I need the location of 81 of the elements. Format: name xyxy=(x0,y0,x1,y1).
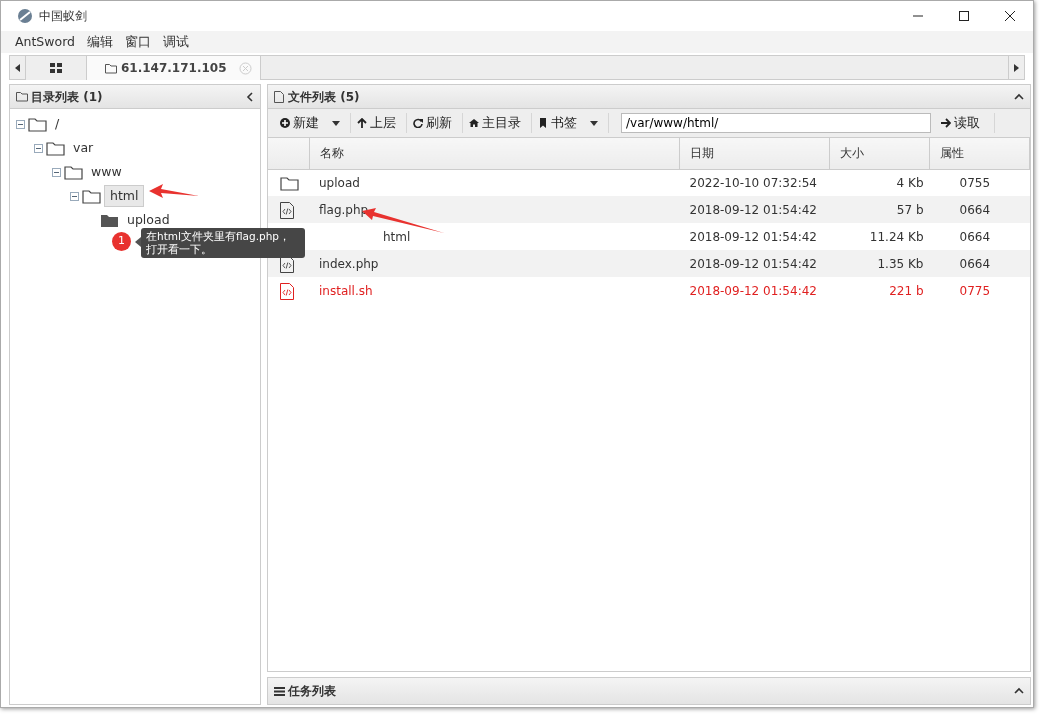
folder-icon xyxy=(280,175,299,192)
tree-item[interactable]: var xyxy=(68,137,99,159)
grid-icon xyxy=(50,63,62,73)
toolbar-button[interactable]: 主目录 xyxy=(463,113,532,133)
tree-item[interactable]: www xyxy=(86,161,127,183)
folder-icon xyxy=(64,164,83,180)
collapse-up-icon[interactable] xyxy=(1014,687,1024,695)
collapse-icon[interactable] xyxy=(52,167,61,177)
table-cell: 2018-09-12 01:54:42 xyxy=(679,223,830,250)
tab[interactable] xyxy=(26,56,87,80)
home-icon xyxy=(469,118,479,128)
callout-pointer-icon xyxy=(135,237,141,247)
collapse-icon[interactable] xyxy=(34,143,43,153)
panel-title: 任务列表 xyxy=(288,683,336,700)
folder-icon xyxy=(28,116,47,132)
table-cell: 0664 xyxy=(929,223,1030,250)
file-icon xyxy=(274,90,285,103)
table-cell: 0755 xyxy=(929,169,1030,196)
table-cell: 2018-09-12 01:54:42 xyxy=(679,250,830,277)
table-cell: flag.php xyxy=(309,196,680,223)
tree-item[interactable]: html xyxy=(104,184,145,208)
path-field[interactable]: /var/www/html/ xyxy=(621,113,931,133)
window-title: 中国蚁剑 xyxy=(39,8,87,25)
table-cell: 0775 xyxy=(929,277,1030,304)
callout-tooltip: 在html文件夹里有flag.php， 打开看一下。 xyxy=(141,228,305,258)
table-cell: 2018-09-12 01:54:42 xyxy=(679,196,830,223)
collapse-up-icon[interactable] xyxy=(1014,92,1024,101)
table-cell: install.sh xyxy=(309,277,680,304)
menu-item[interactable]: AntSword xyxy=(15,32,76,52)
collapse-left-icon[interactable] xyxy=(246,91,254,102)
arrow xyxy=(149,184,199,199)
plus-circle-icon xyxy=(280,118,290,128)
code-file-icon xyxy=(280,201,294,219)
panel-title: 目录列表 (1) xyxy=(31,88,103,106)
arrow-up-icon xyxy=(357,118,367,128)
column-header[interactable]: 大小 xyxy=(829,138,930,169)
folder-icon xyxy=(82,188,101,204)
table-cell: 57 b xyxy=(829,196,930,223)
refresh-icon xyxy=(413,118,423,128)
menu-item[interactable]: 调试 xyxy=(163,32,190,52)
toolbar-button[interactable]: 新建 xyxy=(274,113,351,133)
tree-item[interactable]: upload xyxy=(122,209,175,231)
collapse-icon[interactable] xyxy=(16,119,25,129)
table-cell: upload xyxy=(309,169,680,196)
folder-icon xyxy=(46,140,65,156)
panel-title: 文件列表 (5) xyxy=(288,88,360,106)
collapse-icon[interactable] xyxy=(70,191,79,201)
caret-right-icon xyxy=(1014,63,1019,72)
folder-icon xyxy=(16,91,28,102)
table-cell: 0664 xyxy=(929,250,1030,277)
column-header[interactable]: 日期 xyxy=(679,138,830,169)
read-button[interactable]: 读取 xyxy=(937,113,995,133)
table-cell: html xyxy=(309,223,680,250)
close-icon xyxy=(1004,10,1016,22)
maximize-icon xyxy=(958,10,970,22)
table-cell: 221 b xyxy=(829,277,930,304)
table-cell: 11.24 Kb xyxy=(829,223,930,250)
code-file-icon xyxy=(280,255,294,273)
code-file-icon xyxy=(280,282,294,300)
tab[interactable]: 61.147.171.105 xyxy=(87,56,261,80)
table-cell: 2022-10-10 07:32:54 xyxy=(679,169,830,196)
table-cell: index.php xyxy=(309,250,680,277)
toolbar-button[interactable]: 刷新 xyxy=(407,113,463,133)
column-header[interactable]: 名称 xyxy=(309,138,680,169)
column-header[interactable]: 属性 xyxy=(929,138,1030,169)
list-icon xyxy=(274,686,285,696)
toolbar-button[interactable]: 上层 xyxy=(351,113,407,133)
menu-item[interactable]: 窗口 xyxy=(125,32,152,52)
folder-icon xyxy=(105,62,117,74)
table-cell: 0664 xyxy=(929,196,1030,223)
tree-item[interactable]: / xyxy=(50,113,65,135)
menu-item[interactable]: 编辑 xyxy=(87,32,114,52)
table-cell: 1.35 Kb xyxy=(829,250,930,277)
arrow-right-icon xyxy=(941,118,951,128)
toolbar-button[interactable]: 书签 xyxy=(532,113,609,133)
caret-left-icon xyxy=(15,63,20,72)
table-cell: 2018-09-12 01:54:42 xyxy=(679,277,830,304)
folder-icon xyxy=(100,212,119,228)
table-cell: 4 Kb xyxy=(829,169,930,196)
bookmark-icon xyxy=(538,118,548,128)
app-logo-icon xyxy=(17,8,33,24)
